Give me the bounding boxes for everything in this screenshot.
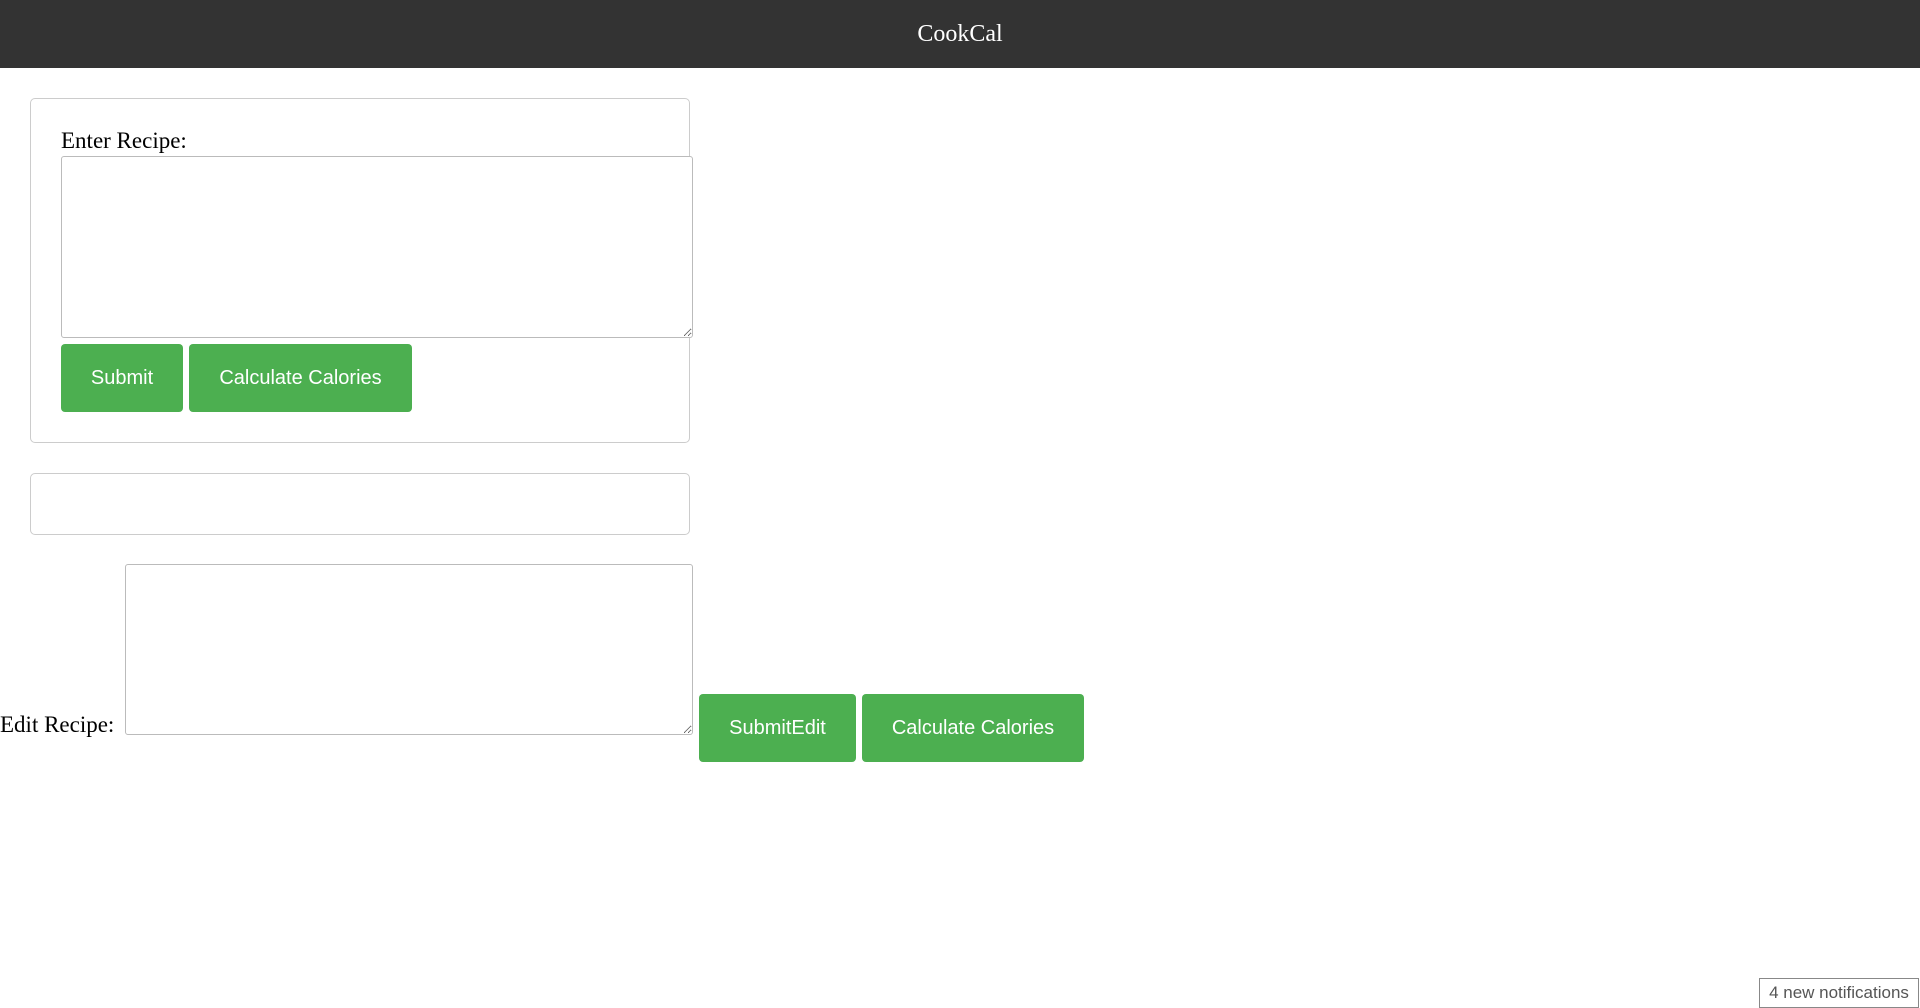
app-header: CookCal	[0, 0, 1920, 68]
result-box	[30, 473, 690, 535]
notifications-badge[interactable]: 4 new notifications	[1759, 978, 1919, 1008]
app-title: CookCal	[917, 20, 1003, 47]
enter-recipe-label: Enter Recipe:	[61, 128, 187, 153]
edit-recipe-label: Edit Recipe:	[0, 712, 115, 737]
edit-recipe-textarea[interactable]	[125, 564, 693, 735]
edit-calculate-calories-button[interactable]: Calculate Calories	[862, 694, 1084, 762]
submit-button[interactable]: Submit	[61, 344, 183, 412]
notifications-text: 4 new notifications	[1769, 983, 1909, 1002]
calculate-calories-button[interactable]: Calculate Calories	[189, 344, 412, 412]
enter-recipe-textarea[interactable]	[61, 156, 693, 338]
submit-edit-button[interactable]: SubmitEdit	[699, 694, 856, 762]
